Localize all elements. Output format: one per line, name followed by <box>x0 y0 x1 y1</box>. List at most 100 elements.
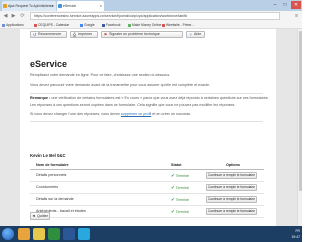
delete-profile-prefix: Si vous devez changer l'une des réponses… <box>30 112 120 116</box>
restart-button[interactable]: ↺ Recommencer <box>30 31 67 38</box>
report-problem-label: Signaler un problème technique <box>109 32 160 36</box>
bookmark-label: CEQUIPS - Calendar <box>38 23 70 27</box>
address-bar-row: ◀ ▶ ⟳ https://conferencesinc.service.azu… <box>0 11 302 21</box>
apps-grid-icon <box>2 23 5 27</box>
form-name: Détails sur la demande <box>36 197 74 201</box>
applicant-name: Kevin Le Bel 0&C <box>30 153 66 158</box>
help-icon: ? <box>189 32 192 37</box>
close-tab-icon[interactable]: × <box>100 1 102 11</box>
table-row: Détails personnels ✔Terminé Continuer à … <box>30 170 264 182</box>
bookmark-calendar[interactable]: CEQUIPS - Calendar <box>34 22 69 28</box>
report-problem-button[interactable]: ⚑ Signaler un problème technique <box>101 31 183 38</box>
maximize-window-icon[interactable]: □ <box>280 1 290 9</box>
bookmark-label: Google <box>84 23 95 27</box>
intro-text: Remplissez votre demande en ligne. Pour … <box>30 73 171 77</box>
clock-time: 19:47 <box>291 235 301 239</box>
bookmark-weebsite[interactable]: Weebsite - Prime... <box>162 22 194 28</box>
back-arrow-icon: ◂ <box>32 213 35 218</box>
table-row: Antécédents - travail et études ✔Terminé… <box>30 206 264 218</box>
tab-title: Ajax Request To Api/nikkitests <box>8 4 54 8</box>
header-status: Statut <box>171 163 182 167</box>
header-form-name: Nom de formulaire <box>36 163 69 167</box>
folder-icon[interactable] <box>33 228 45 240</box>
restart-label: Recommencer <box>38 32 62 36</box>
browser-tab-1[interactable]: Ajax Request To Api/nikkitests × <box>2 1 56 11</box>
bookmarks-bar: Applications CEQUIPS - Calendar Google F… <box>0 21 302 29</box>
word-icon[interactable] <box>63 228 75 240</box>
browser-tab-bar: Ajax Request To Api/nikkitests × eServic… <box>0 0 302 11</box>
intro-text-2: Vous devez parcourir votre demande avant… <box>30 83 211 87</box>
delete-profile-link[interactable]: supprimer ce profil <box>121 112 151 116</box>
tab-favicon-icon <box>58 4 62 8</box>
status-cell: ✔Terminé <box>171 194 189 206</box>
restart-icon: ↺ <box>32 32 37 37</box>
status-cell: ✔Terminé <box>171 170 189 182</box>
reload-icon[interactable]: ⟳ <box>19 12 26 20</box>
note-body: une vérification de certains formulaires… <box>51 96 269 100</box>
divider <box>30 121 263 122</box>
check-icon: ✔ <box>171 209 175 214</box>
note-text: Remarque : une vérification de certains … <box>30 96 269 101</box>
help-button[interactable]: ? Aide <box>186 31 205 38</box>
google-icon <box>80 23 83 27</box>
divider <box>30 93 263 94</box>
quit-label: Quitter <box>37 214 49 218</box>
scrollbar-thumb[interactable] <box>299 31 302 191</box>
note-label: Remarque : <box>30 96 51 100</box>
bookmark-favicon-icon <box>162 23 165 27</box>
bookmark-applications[interactable]: Applications <box>2 22 24 28</box>
back-icon[interactable]: ◀ <box>2 12 9 20</box>
skype-icon[interactable] <box>78 228 90 240</box>
bookmark-facebook[interactable]: Facebook <box>102 22 120 28</box>
browser-tab-2[interactable]: eService × <box>57 1 104 11</box>
header-options: Options <box>226 163 240 167</box>
continue-form-button[interactable]: Continuer à remplir le formulaire <box>206 196 257 203</box>
flag-icon: ⚑ <box>103 32 108 37</box>
bookmark-label: Make Money Online <box>132 23 162 27</box>
tab-title: eService <box>63 4 77 8</box>
quit-button[interactable]: ◂ Quitter <box>30 212 50 220</box>
windows-start-icon[interactable] <box>2 228 14 240</box>
chrome-icon[interactable] <box>18 228 30 240</box>
continue-form-button[interactable]: Continuer à remplir le formulaire <box>206 184 257 191</box>
table-row: Détails sur la demande ✔Terminé Continue… <box>30 194 264 206</box>
delete-profile-text: Si vous devez changer l'une des réponses… <box>30 112 191 117</box>
bookmark-favicon-icon <box>34 23 37 27</box>
form-name: Coordonnées <box>36 185 59 189</box>
bookmark-favicon-icon <box>128 23 131 27</box>
form-name: Détails personnels <box>36 173 67 177</box>
check-icon: ✔ <box>171 185 175 190</box>
note-text-2: Les réponses à ces questions seront copi… <box>30 103 236 107</box>
page-scrollbar[interactable] <box>297 29 302 226</box>
forward-icon[interactable]: ▶ <box>10 12 17 20</box>
delete-profile-suffix: et en créer un nouveau. <box>152 112 192 116</box>
bookmark-label: Applications <box>6 23 24 27</box>
bookmark-label: Weebsite - Prime... <box>166 23 194 27</box>
taskbar: FR 19:47 <box>0 226 302 242</box>
url-input[interactable]: https://conferencesinc.service.azureapps… <box>30 12 280 20</box>
status-cell: ✔Terminé <box>171 182 189 194</box>
close-window-icon[interactable]: ✕ <box>291 1 301 9</box>
continue-form-button[interactable]: Continuer à remplir le formulaire <box>206 208 257 215</box>
status-text: Terminé <box>175 198 189 202</box>
table-row: Coordonnées ✔Terminé Continuer à remplir… <box>30 182 264 194</box>
media-player-icon[interactable] <box>48 228 60 240</box>
status-cell: ✔Terminé <box>171 206 189 218</box>
print-icon: ⎙ <box>72 32 77 37</box>
print-button[interactable]: ⎙ Imprimer <box>70 31 98 38</box>
table-header: Nom de formulaire Statut Options <box>30 161 264 170</box>
content-panel: ↺ Recommencer ⎙ Imprimer ⚑ Signaler un p… <box>20 29 276 226</box>
continue-form-button[interactable]: Continuer à remplir le formulaire <box>206 172 257 179</box>
close-tab-icon[interactable]: × <box>52 1 54 11</box>
bookmark-google[interactable]: Google <box>80 22 95 28</box>
check-icon: ✔ <box>171 173 175 178</box>
system-tray[interactable]: FR 19:47 <box>292 228 301 240</box>
bookmark-label: Facebook <box>106 23 121 27</box>
status-text: Terminé <box>175 174 189 178</box>
bookmark-make-money[interactable]: Make Money Online <box>128 22 161 28</box>
minimize-window-icon[interactable]: – <box>270 1 280 9</box>
status-text: Terminé <box>175 210 189 214</box>
tab-favicon-icon <box>3 4 7 8</box>
facebook-icon <box>102 23 105 27</box>
browser-menu-icon[interactable]: ≡ <box>295 12 298 20</box>
